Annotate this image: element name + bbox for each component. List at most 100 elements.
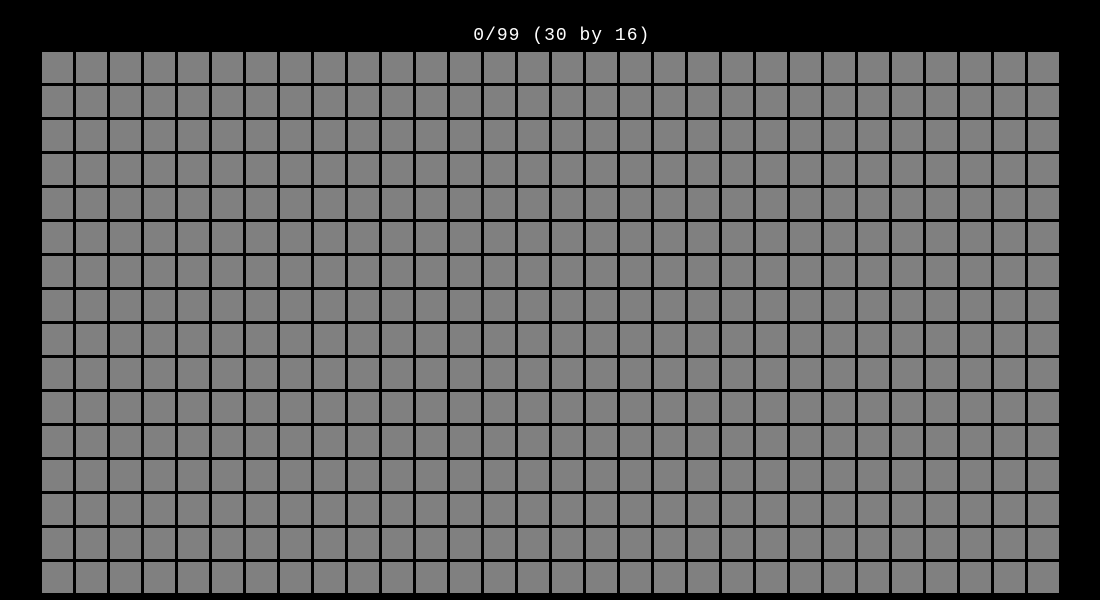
cell[interactable]	[790, 562, 821, 593]
cell[interactable]	[314, 256, 345, 287]
cell[interactable]	[42, 86, 73, 117]
cell[interactable]	[892, 256, 923, 287]
cell[interactable]	[212, 426, 243, 457]
cell[interactable]	[586, 154, 617, 185]
cell[interactable]	[790, 120, 821, 151]
cell[interactable]	[314, 392, 345, 423]
cell[interactable]	[790, 460, 821, 491]
cell[interactable]	[858, 324, 889, 355]
cell[interactable]	[178, 222, 209, 253]
cell[interactable]	[994, 460, 1025, 491]
cell[interactable]	[76, 494, 107, 525]
cell[interactable]	[688, 52, 719, 83]
cell[interactable]	[280, 324, 311, 355]
cell[interactable]	[1028, 52, 1059, 83]
cell[interactable]	[314, 528, 345, 559]
cell[interactable]	[790, 222, 821, 253]
cell[interactable]	[620, 494, 651, 525]
cell[interactable]	[110, 426, 141, 457]
cell[interactable]	[722, 528, 753, 559]
cell[interactable]	[76, 460, 107, 491]
cell[interactable]	[178, 562, 209, 593]
cell[interactable]	[348, 154, 379, 185]
cell[interactable]	[824, 460, 855, 491]
cell[interactable]	[314, 120, 345, 151]
cell[interactable]	[858, 290, 889, 321]
cell[interactable]	[858, 120, 889, 151]
cell[interactable]	[688, 494, 719, 525]
cell[interactable]	[824, 324, 855, 355]
cell[interactable]	[688, 358, 719, 389]
cell[interactable]	[178, 120, 209, 151]
cell[interactable]	[518, 256, 549, 287]
cell[interactable]	[280, 188, 311, 219]
cell[interactable]	[1028, 392, 1059, 423]
cell[interactable]	[416, 52, 447, 83]
cell[interactable]	[144, 392, 175, 423]
cell[interactable]	[790, 52, 821, 83]
cell[interactable]	[348, 494, 379, 525]
cell[interactable]	[858, 426, 889, 457]
cell[interactable]	[518, 52, 549, 83]
cell[interactable]	[42, 256, 73, 287]
cell[interactable]	[518, 528, 549, 559]
cell[interactable]	[620, 562, 651, 593]
cell[interactable]	[76, 358, 107, 389]
cell[interactable]	[416, 426, 447, 457]
cell[interactable]	[280, 460, 311, 491]
cell[interactable]	[416, 358, 447, 389]
cell[interactable]	[586, 188, 617, 219]
cell[interactable]	[484, 290, 515, 321]
cell[interactable]	[416, 120, 447, 151]
cell[interactable]	[212, 52, 243, 83]
cell[interactable]	[824, 52, 855, 83]
cell[interactable]	[858, 86, 889, 117]
cell[interactable]	[382, 528, 413, 559]
cell[interactable]	[110, 120, 141, 151]
cell[interactable]	[892, 52, 923, 83]
cell[interactable]	[1028, 256, 1059, 287]
cell[interactable]	[654, 562, 685, 593]
cell[interactable]	[382, 562, 413, 593]
cell[interactable]	[960, 188, 991, 219]
cell[interactable]	[144, 426, 175, 457]
cell[interactable]	[348, 358, 379, 389]
cell[interactable]	[416, 86, 447, 117]
cell[interactable]	[348, 120, 379, 151]
cell[interactable]	[212, 120, 243, 151]
cell[interactable]	[756, 528, 787, 559]
cell[interactable]	[178, 154, 209, 185]
cell[interactable]	[926, 528, 957, 559]
cell[interactable]	[552, 358, 583, 389]
cell[interactable]	[280, 426, 311, 457]
cell[interactable]	[484, 120, 515, 151]
cell[interactable]	[382, 52, 413, 83]
cell[interactable]	[688, 460, 719, 491]
cell[interactable]	[212, 460, 243, 491]
cell[interactable]	[246, 86, 277, 117]
cell[interactable]	[450, 494, 481, 525]
cell[interactable]	[518, 222, 549, 253]
cell[interactable]	[552, 86, 583, 117]
cell[interactable]	[484, 426, 515, 457]
cell[interactable]	[280, 256, 311, 287]
cell[interactable]	[110, 290, 141, 321]
cell[interactable]	[144, 562, 175, 593]
cell[interactable]	[314, 290, 345, 321]
cell[interactable]	[892, 460, 923, 491]
cell[interactable]	[1028, 528, 1059, 559]
cell[interactable]	[314, 460, 345, 491]
cell[interactable]	[552, 120, 583, 151]
cell[interactable]	[382, 460, 413, 491]
cell[interactable]	[416, 256, 447, 287]
cell[interactable]	[688, 154, 719, 185]
cell[interactable]	[756, 324, 787, 355]
cell[interactable]	[654, 120, 685, 151]
cell[interactable]	[280, 562, 311, 593]
cell[interactable]	[382, 86, 413, 117]
cell[interactable]	[450, 290, 481, 321]
cell[interactable]	[586, 426, 617, 457]
cell[interactable]	[110, 188, 141, 219]
cell[interactable]	[688, 222, 719, 253]
cell[interactable]	[76, 120, 107, 151]
